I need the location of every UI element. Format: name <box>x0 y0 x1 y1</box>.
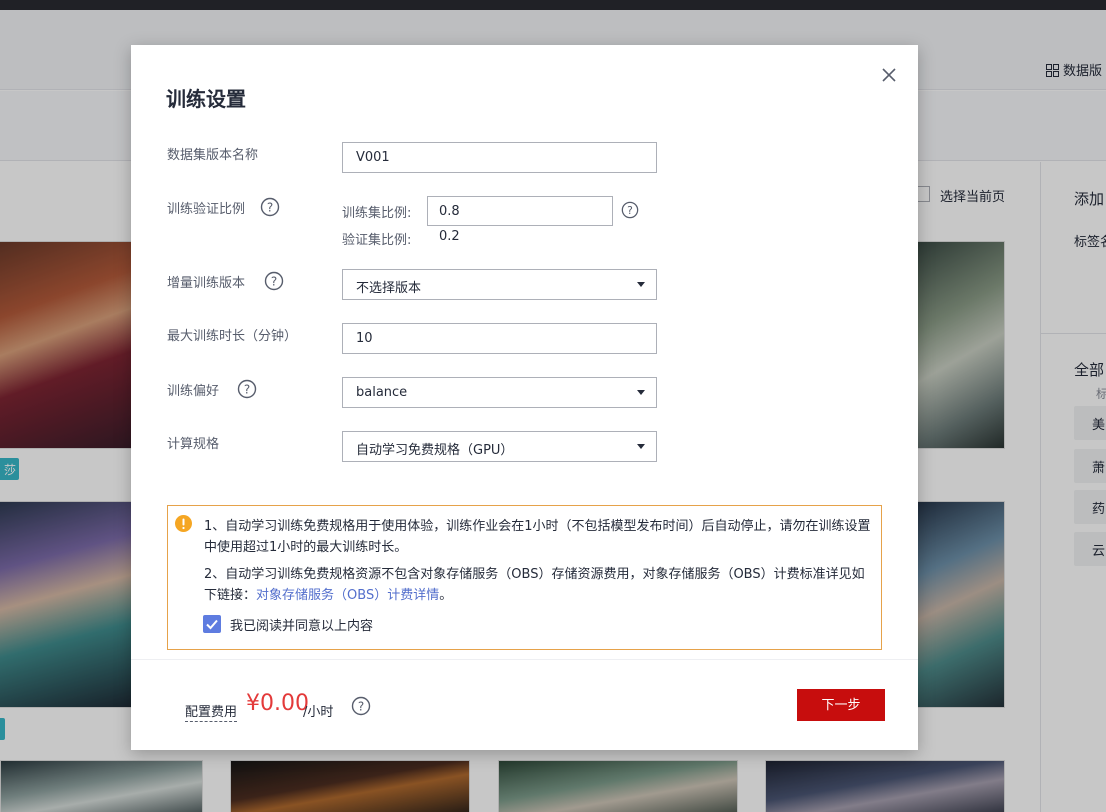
help-icon[interactable]: ? <box>351 696 371 716</box>
dialog-footer: 配置费用 ¥0.00 /小时 ? 下一步 <box>131 659 918 750</box>
max-training-time-input[interactable] <box>342 323 657 354</box>
svg-text:?: ? <box>627 204 633 217</box>
max-training-time-label: 最大训练时长（分钟） <box>167 329 298 344</box>
free-spec-notice: 1、自动学习训练免费规格用于使用体验，训练作业会在1小时（不包括模型发布时间）后… <box>167 505 882 650</box>
config-fee-label[interactable]: 配置费用 <box>185 701 238 722</box>
next-step-button[interactable]: 下一步 <box>797 689 885 721</box>
notice-line-1: 1、自动学习训练免费规格用于使用体验，训练作业会在1小时（不包括模型发布时间）后… <box>204 519 871 555</box>
training-preference-select[interactable]: balance <box>342 377 657 408</box>
compute-spec-value: 自动学习免费规格（GPU） <box>356 443 514 458</box>
dialog-title: 训练设置 <box>166 87 246 111</box>
svg-text:?: ? <box>267 201 273 215</box>
notice-line-2: 2、自动学习训练免费规格资源不包含对象存储服务（OBS）存储资源费用，对象存储服… <box>204 564 874 606</box>
svg-text:?: ? <box>271 275 277 289</box>
compute-spec-label: 计算规格 <box>167 437 220 452</box>
dataset-version-label: 数据集版本名称 <box>167 148 259 163</box>
incremental-version-select[interactable]: 不选择版本 <box>342 269 657 300</box>
train-ratio-input[interactable] <box>427 196 613 226</box>
val-ratio-value: 0.2 <box>439 229 460 244</box>
obs-pricing-link[interactable]: 对象存储服务（OBS）计费详情 <box>256 588 439 603</box>
help-icon[interactable]: ? <box>260 197 280 217</box>
val-ratio-label: 验证集比例: <box>342 233 412 248</box>
incremental-version-label: 增量训练版本 <box>167 276 246 291</box>
chevron-down-icon <box>637 282 645 287</box>
fee-amount: ¥0.00 <box>246 691 309 716</box>
help-icon[interactable]: ? <box>237 379 257 399</box>
help-icon[interactable]: ? <box>621 201 639 219</box>
close-icon[interactable] <box>880 66 898 84</box>
notice-line-2-end: 。 <box>439 588 453 603</box>
svg-text:?: ? <box>358 700 364 714</box>
train-ratio-label: 训练集比例: <box>342 206 412 221</box>
training-preference-value: balance <box>356 385 408 400</box>
checkmark-icon <box>206 619 218 630</box>
dataset-version-input[interactable] <box>342 142 657 173</box>
warning-icon <box>175 515 192 532</box>
svg-text:?: ? <box>244 383 250 397</box>
chevron-down-icon <box>637 444 645 449</box>
chevron-down-icon <box>637 390 645 395</box>
training-settings-dialog: 训练设置 数据集版本名称 训练验证比例 ? 训练集比例: ? 验证集比例: 0.… <box>131 45 918 750</box>
agree-checkbox[interactable] <box>203 615 221 633</box>
incremental-version-value: 不选择版本 <box>356 281 422 296</box>
training-preference-label: 训练偏好 <box>167 384 220 399</box>
help-icon[interactable]: ? <box>264 271 284 291</box>
fee-unit: /小时 <box>303 705 334 720</box>
agree-label: 我已阅读并同意以上内容 <box>230 619 374 634</box>
compute-spec-select[interactable]: 自动学习免费规格（GPU） <box>342 431 657 462</box>
split-ratio-label: 训练验证比例 <box>167 202 246 217</box>
